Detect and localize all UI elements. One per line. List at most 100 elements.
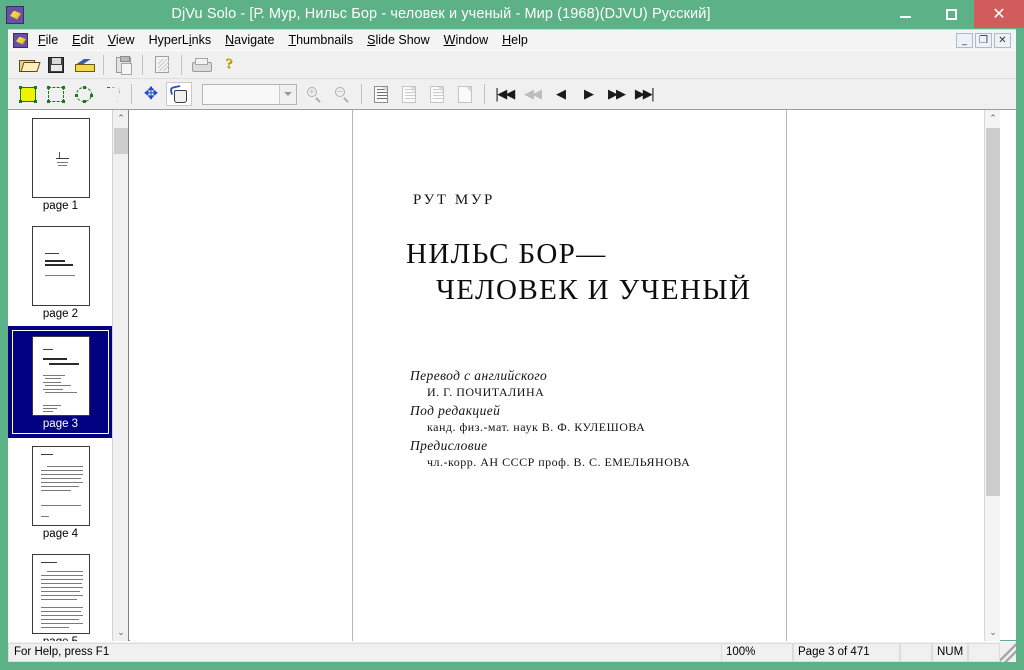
menu-item-slide-show[interactable]: Slide Show [360,31,437,49]
zoom-combo-box[interactable] [202,83,297,105]
rect-select-filled-icon [19,85,37,103]
credit-subtext: канд. физ.-мат. наук В. Ф. КУЛЕШОВА [427,420,646,434]
scrollbar-thumb[interactable] [986,128,1000,496]
floppy-save-icon [48,56,64,73]
document-scrollbar[interactable]: ⌃ ⌄ [984,110,1000,641]
thumbnail-scrollbar[interactable]: ⌃ ⌄ [112,110,128,641]
thumbnail-label: page 2 [42,308,79,320]
scrollbar-thumb[interactable] [114,128,128,154]
view-toolbar: ✥ + − |◀◀ ◀◀ ◀ ▶ ▶▶ ▶▶| [8,78,1016,109]
status-bar: For Help, press F1 100% Page 3 of 471 NU… [8,641,1016,662]
ellipse-select-icon [75,85,93,103]
first-page-button[interactable]: |◀◀ [491,82,517,106]
select-rect-filled-tool[interactable] [15,82,41,106]
select-rect-tool[interactable] [43,82,69,106]
scroll-up-icon[interactable]: ⌃ [985,110,1000,127]
thumbnail-image [31,554,90,634]
document-credit: Предисловие чл.-корр. АН СССР проф. В. С… [410,438,690,470]
scroll-down-icon[interactable]: ⌄ [985,624,1000,641]
thumbnail-list: page 1 page 2 page 3 page 4 [8,110,113,641]
page-mode-blank[interactable] [452,82,478,106]
thumbnail-page-2[interactable]: page 2 [8,218,113,326]
credit-subtext: чл.-корр. АН СССР проф. В. С. ЕМЕЛЬЯНОВА [427,455,691,469]
pan-tool[interactable]: ✥ [138,82,164,106]
resize-grip-icon[interactable] [1000,642,1016,662]
document-credit: Под редакцией канд. физ.-мат. наук В. Ф.… [410,403,645,435]
menu-item-window[interactable]: Window [437,31,495,49]
previous-chunk-icon: ◀◀ [524,86,542,102]
status-num-lock: NUM [932,642,968,662]
document-author: РУТ МУР [413,192,496,208]
chevron-down-icon[interactable] [279,84,296,104]
djvu-doc-icon[interactable] [13,32,28,48]
help-button[interactable]: ? [216,53,242,77]
page-text-icon [374,85,388,103]
credit-subtext: И. Г. ПОЧИТАЛИНА [427,385,545,399]
window-maximize-button[interactable] [928,0,974,28]
thumbnail-image [31,336,90,416]
mdi-close-button[interactable]: ✕ [994,32,1011,48]
thumbnail-label: page 4 [42,528,79,540]
magnifier-plus-icon: + [306,86,322,103]
print-button[interactable] [188,53,214,77]
minimize-icon [899,16,911,18]
rect-select-icon [47,85,65,103]
scroll-up-icon[interactable]: ⌃ [113,110,128,127]
last-page-button[interactable]: ▶▶| [631,82,657,106]
next-page-button[interactable]: ▶ [575,82,601,106]
toolbar-separator [181,54,182,75]
toolbar-separator [103,54,104,75]
menu-item-thumbnails[interactable]: Thumbnails [281,31,360,49]
open-button[interactable] [15,53,41,77]
previous-page-button[interactable]: ◀ [547,82,573,106]
next-chunk-button[interactable]: ▶▶ [603,82,629,106]
printer-icon [192,57,212,72]
question-mark-icon: ? [225,56,233,72]
menu-item-file[interactable]: File [31,31,65,49]
edit-document-button[interactable] [149,53,175,77]
window-close-button[interactable]: ✕ [974,0,1024,28]
status-blank-cell-2 [968,642,1000,662]
menu-item-help[interactable]: Help [495,31,535,49]
document-view[interactable]: РУТ МУР НИЛЬС БОР— ЧЕЛОВЕК И УЧЕНЫЙ Пере… [130,110,1000,641]
zoom-out-button[interactable]: − [329,82,355,106]
application-window: DjVu Solo - [Р. Мур, Нильс Бор - человек… [0,0,1024,670]
close-icon: ✕ [992,4,1006,23]
polygon-select-icon [105,86,120,102]
scroll-down-icon[interactable]: ⌄ [113,624,128,641]
previous-chunk-button[interactable]: ◀◀ [519,82,545,106]
menu-bar: File Edit View HyperLinks Navigate Thumb… [8,29,1016,50]
page-background-icon [430,85,444,103]
hand-tool[interactable] [166,82,192,106]
menu-item-edit[interactable]: Edit [65,31,101,49]
move-arrows-icon: ✥ [143,83,159,104]
select-ellipse-tool[interactable] [71,82,97,106]
djvu-app-icon [6,5,24,24]
main-toolbar: ? [8,50,1016,78]
zoom-in-button[interactable]: + [301,82,327,106]
save-button[interactable] [43,53,69,77]
title-bar: DjVu Solo - [Р. Мур, Нильс Бор - человек… [0,0,1024,28]
thumbnail-page-1[interactable]: page 1 [8,110,113,218]
page-mode-background[interactable] [424,82,450,106]
status-blank-cell-1 [900,642,932,662]
folder-open-icon [19,58,37,72]
thumbnail-page-3[interactable]: page 3 [8,326,113,438]
menu-item-hyperlinks[interactable]: HyperLinks [142,31,219,49]
menu-item-navigate[interactable]: Navigate [218,31,281,49]
window-minimize-button[interactable] [882,0,928,28]
document-title-line-1: НИЛЬС БОР— [406,238,607,270]
thumbnail-page-5[interactable]: page 5 [8,546,113,641]
clipboard-icon [115,55,132,75]
mdi-restore-button[interactable]: ❐ [975,32,992,48]
page-mode-text[interactable] [368,82,394,106]
mdi-minimize-button[interactable]: _ [956,32,973,48]
toolbar-separator [361,84,362,104]
thumbnail-page-4[interactable]: page 4 [8,438,113,546]
menu-item-view[interactable]: View [101,31,142,49]
export-button[interactable] [71,53,97,77]
select-polygon-tool[interactable] [99,82,125,106]
client-area: page 1 page 2 page 3 page 4 ⌃ ⌄ РУТ МУР … [8,109,1016,641]
paste-button[interactable] [110,53,136,77]
page-mode-mixed[interactable] [396,82,422,106]
